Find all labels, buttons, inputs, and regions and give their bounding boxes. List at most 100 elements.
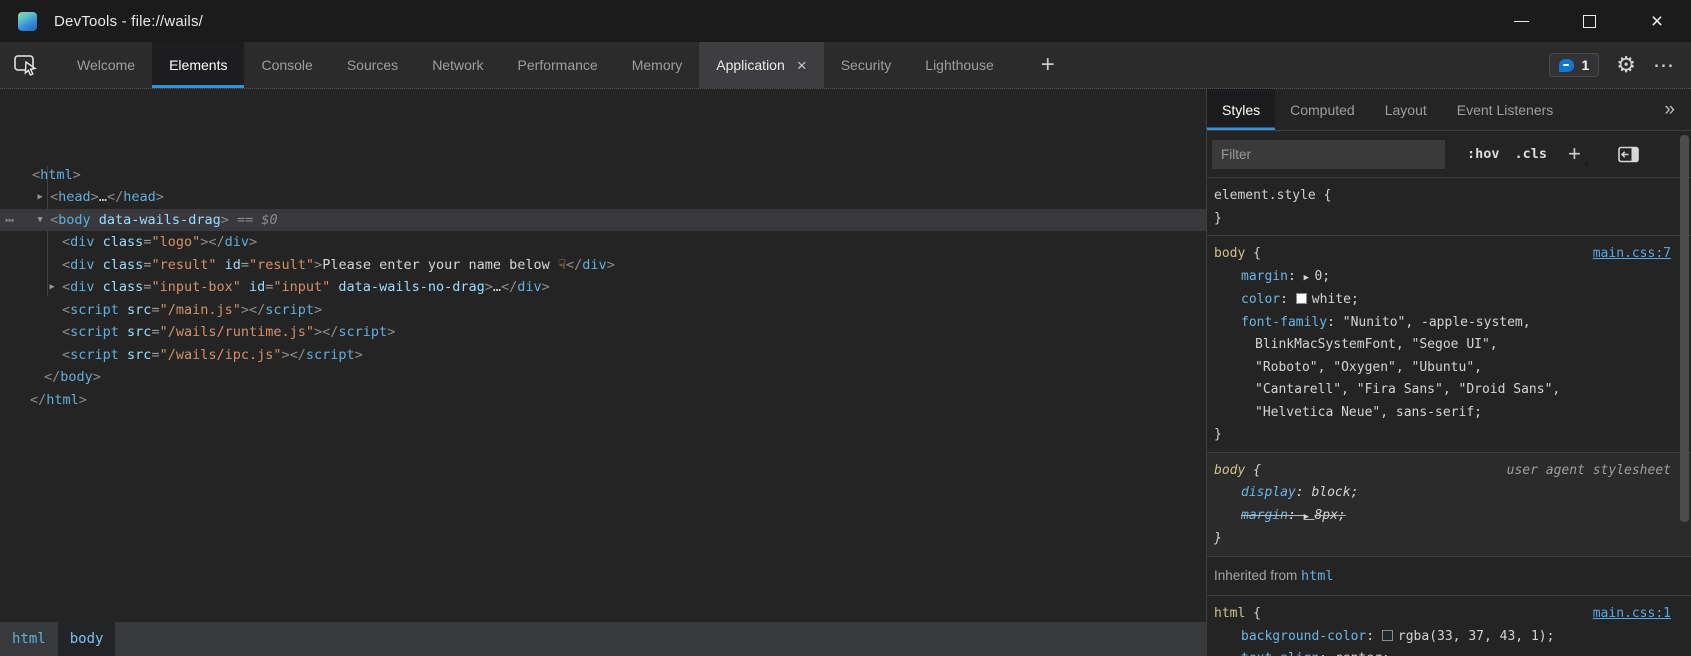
stylesheet-origin-label: user agent stylesheet — [1507, 460, 1671, 483]
tab-elements[interactable]: Elements — [152, 42, 244, 88]
settings-button[interactable]: ⚙ — [1616, 54, 1636, 76]
dom-tree: <html>▶<head>…</head>⋯▼<body data-wails-… — [0, 89, 1206, 411]
dom-tree-row[interactable]: </html> — [0, 389, 1206, 412]
css-property-name[interactable]: display — [1241, 485, 1296, 500]
code-token: > — [314, 302, 322, 318]
color-swatch[interactable] — [1296, 293, 1307, 304]
tab-application[interactable]: Application× — [699, 42, 823, 88]
css-property-row[interactable]: margin: ▶ 8px; — [1214, 505, 1671, 529]
tab-security[interactable]: Security — [824, 42, 909, 88]
css-selector[interactable]: html — [1214, 606, 1245, 621]
breadcrumb-item-body[interactable]: body — [58, 622, 116, 656]
dom-tree-row[interactable]: <div class="logo"></div> — [0, 231, 1206, 254]
expand-shorthand-icon[interactable]: ▶ — [1304, 273, 1315, 283]
tab-label: Security — [841, 57, 892, 73]
code-token: "/main.js" — [160, 302, 241, 318]
inspect-element-button[interactable] — [0, 42, 52, 88]
pseudo-state-toggle[interactable]: :hov — [1467, 146, 1500, 162]
dom-tree-row[interactable]: <html> — [0, 164, 1206, 187]
dom-tree-row[interactable]: ▶<head>…</head> — [0, 186, 1206, 209]
expand-arrow-icon[interactable]: ▶ — [34, 186, 46, 209]
tab-console[interactable]: Console — [244, 42, 329, 88]
expand-shorthand-icon[interactable]: ▶ — [1304, 512, 1315, 522]
code-line: <script src="/wails/ipc.js"></script> — [0, 344, 1206, 367]
inherited-target-link[interactable]: html — [1301, 568, 1334, 584]
new-style-rule-button[interactable]: + — [1568, 141, 1588, 167]
code-token: > — [249, 234, 257, 250]
css-property-row[interactable]: color: white; — [1214, 289, 1671, 312]
css-property-row[interactable]: background-color: rgba(33, 37, 43, 1); — [1214, 626, 1671, 649]
css-property-row[interactable]: text-align: center; — [1214, 648, 1671, 656]
sidebar-tab-computed[interactable]: Computed — [1275, 89, 1370, 130]
dom-tree-row[interactable]: <div class="result" id="result">Please e… — [0, 254, 1206, 277]
dom-tree-row[interactable]: ▶<div class="input-box" id="input" data-… — [0, 276, 1206, 299]
maximize-icon — [1583, 15, 1596, 28]
css-selector[interactable]: body — [1214, 463, 1245, 478]
css-property-name[interactable]: background-color — [1241, 629, 1366, 644]
breadcrumb: htmlbody — [0, 622, 1206, 656]
css-property-name[interactable]: text-align — [1241, 651, 1319, 656]
expand-arrow-icon[interactable]: ▶ — [46, 276, 58, 299]
tab-lighthouse[interactable]: Lighthouse — [908, 42, 1011, 88]
code-token: < — [62, 279, 70, 295]
dom-tree-row[interactable]: <script src="/wails/ipc.js"></script> — [0, 344, 1206, 367]
code-token: > — [91, 189, 99, 205]
tab-memory[interactable]: Memory — [615, 42, 700, 88]
css-property-value: white — [1312, 292, 1351, 307]
tab-close-icon[interactable]: × — [797, 57, 807, 74]
styles-scrollbar[interactable] — [1680, 135, 1689, 522]
node-more-actions-icon[interactable]: ⋯ — [5, 209, 14, 232]
css-property-name[interactable]: margin — [1241, 269, 1288, 284]
css-property-row[interactable]: display: block; — [1214, 482, 1671, 505]
code-token: > — [93, 369, 101, 385]
tab-label: Performance — [518, 57, 598, 73]
dom-tree-row[interactable]: <script src="/main.js"></script> — [0, 299, 1206, 322]
maximize-button[interactable] — [1555, 0, 1623, 42]
minimize-button[interactable] — [1487, 0, 1555, 42]
css-property-value: "Helvetica Neue", sans-serif — [1241, 405, 1474, 420]
collapse-arrow-icon[interactable]: ▼ — [34, 209, 46, 232]
element-class-toggle[interactable]: .cls — [1515, 146, 1548, 162]
code-line: </html> — [0, 389, 1206, 412]
css-property-name[interactable]: margin — [1241, 508, 1288, 523]
breadcrumb-item-html[interactable]: html — [0, 622, 58, 656]
window-controls: × — [1487, 0, 1691, 42]
close-button[interactable]: × — [1623, 0, 1691, 42]
css-selector[interactable]: element.style — [1214, 188, 1316, 203]
styles-sidebar: StylesComputedLayoutEvent Listeners » :ho… — [1206, 89, 1691, 656]
code-token: > — [73, 167, 81, 183]
code-token: </ — [30, 392, 46, 408]
tab-performance[interactable]: Performance — [501, 42, 615, 88]
stylesheet-link[interactable]: main.css:1 — [1593, 603, 1671, 626]
styles-filter-input[interactable] — [1212, 140, 1445, 169]
more-tabs-button[interactable]: + — [1025, 42, 1071, 88]
code-token: </ — [566, 257, 582, 273]
customize-devtools-button[interactable]: ⋯ — [1653, 55, 1675, 76]
toggle-sidebar-button[interactable] — [1618, 146, 1640, 163]
css-property-row[interactable]: font-family: "Nunito", -apple-system,Bli… — [1214, 312, 1671, 425]
more-panels-button[interactable]: » — [1648, 89, 1691, 130]
tab-sources[interactable]: Sources — [330, 42, 415, 88]
tab-network[interactable]: Network — [415, 42, 500, 88]
color-swatch[interactable] — [1382, 630, 1393, 641]
css-selector[interactable]: body — [1214, 246, 1245, 261]
sidebar-tab-event-listeners[interactable]: Event Listeners — [1442, 89, 1569, 130]
sidebar-tab-styles[interactable]: Styles — [1207, 89, 1275, 130]
minimize-icon — [1514, 21, 1529, 22]
css-property-name[interactable]: color — [1241, 292, 1280, 307]
sidebar-tab-layout[interactable]: Layout — [1370, 89, 1442, 130]
code-token: </ — [322, 324, 338, 340]
code-token: > — [485, 279, 493, 295]
dom-tree-row[interactable]: <script src="/wails/runtime.js"></script… — [0, 321, 1206, 344]
css-property-row[interactable]: margin: ▶ 0; — [1214, 266, 1671, 290]
issues-counter-button[interactable]: 1 — [1549, 53, 1599, 77]
code-token: </ — [44, 369, 60, 385]
code-token: < — [62, 234, 70, 250]
css-property-value: "Cantarell", "Fira Sans", "Droid Sans", — [1241, 382, 1560, 397]
dom-tree-row[interactable]: ⋯▼<body data-wails-drag> == $0 — [0, 209, 1206, 232]
stylesheet-link[interactable]: main.css:7 — [1593, 243, 1671, 266]
dom-tree-row[interactable]: </body> — [0, 366, 1206, 389]
tab-welcome[interactable]: Welcome — [60, 42, 152, 88]
css-property-name[interactable]: font-family — [1241, 315, 1327, 330]
code-token: </ — [208, 234, 224, 250]
